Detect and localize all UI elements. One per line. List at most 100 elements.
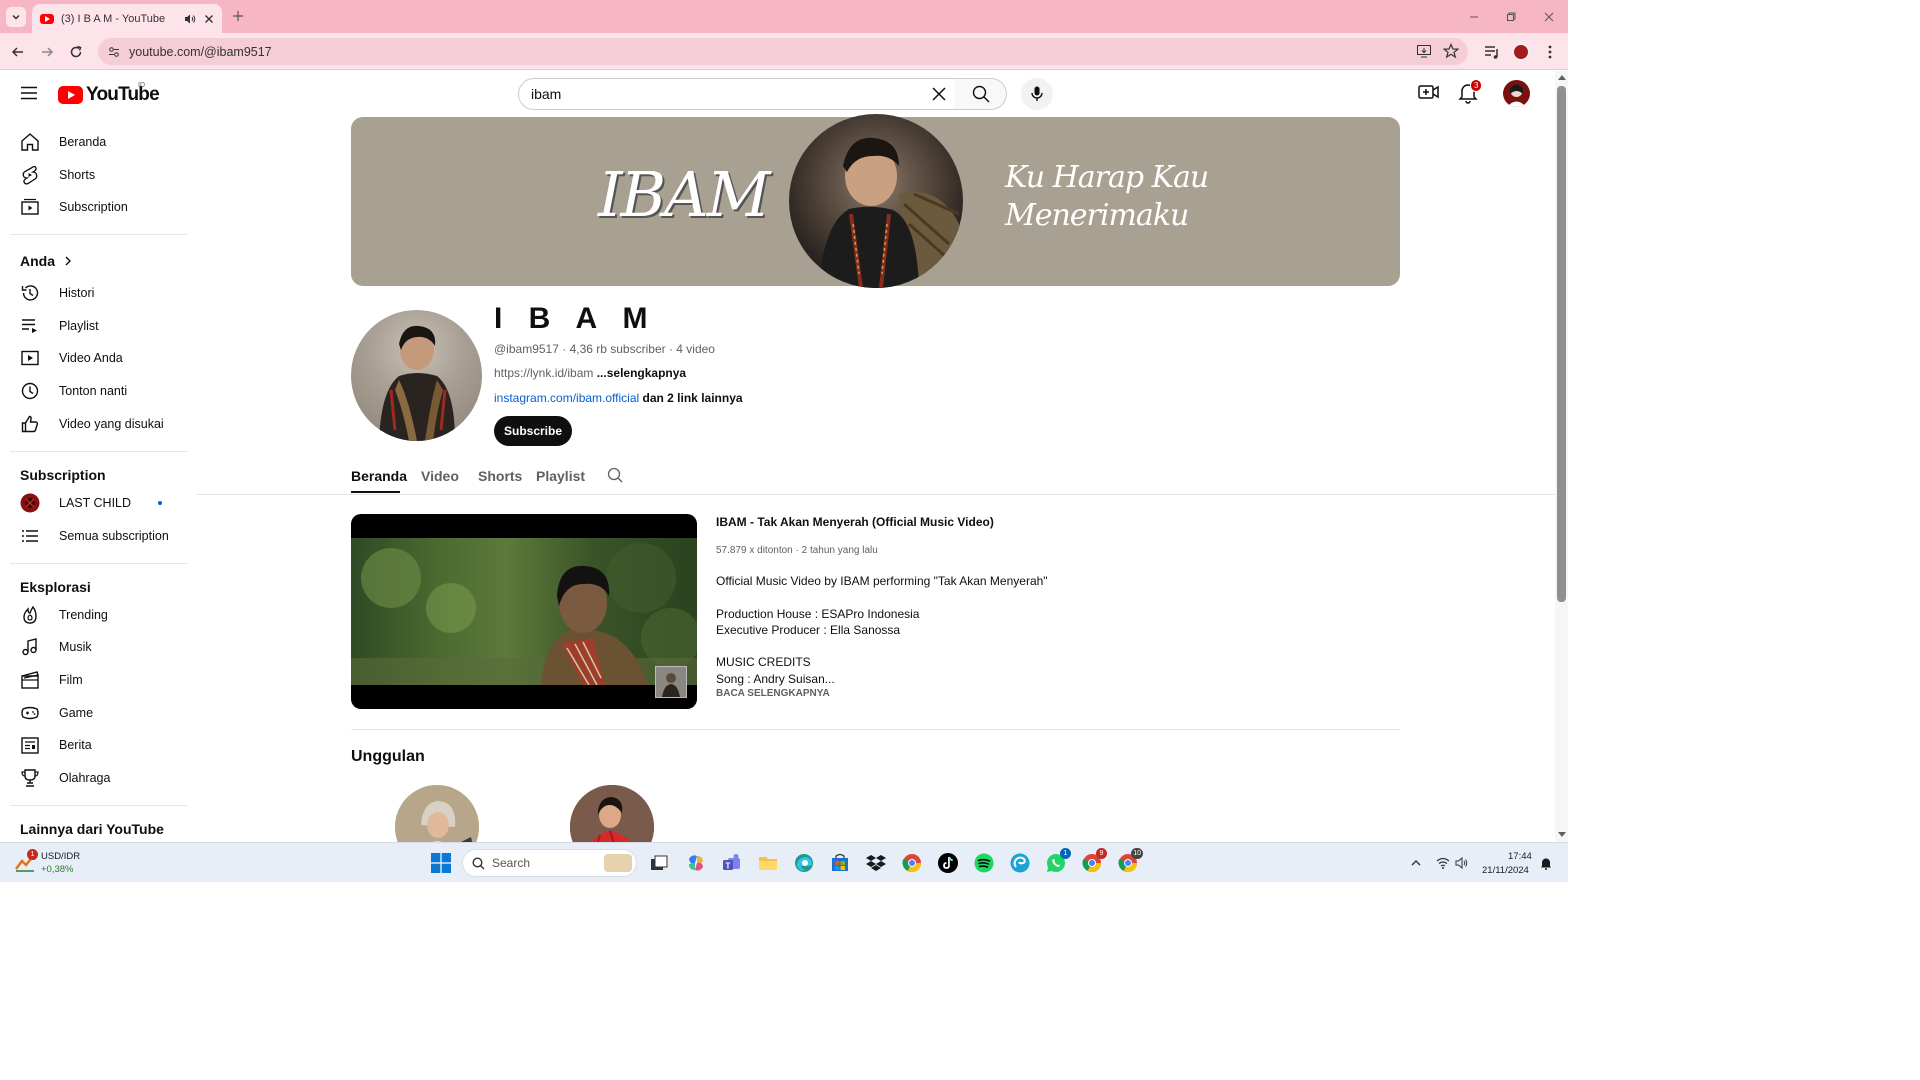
close-tab-icon[interactable] xyxy=(204,14,214,24)
new-content-dot xyxy=(158,501,162,505)
upload-age: 2 tahun yang lalu xyxy=(801,545,878,556)
restore-button[interactable] xyxy=(1503,9,1519,25)
clear-search-icon[interactable] xyxy=(931,86,947,102)
edge-dev-icon[interactable] xyxy=(1009,852,1031,874)
tab-beranda[interactable]: Beranda xyxy=(351,468,407,484)
explore-section-heading: Eksplorasi xyxy=(20,579,91,595)
scrollbar-thumb[interactable] xyxy=(1557,86,1566,602)
sidebar-item-olahraga[interactable]: Olahraga xyxy=(10,762,186,794)
file-manager-icon[interactable] xyxy=(648,852,670,874)
speaker-icon[interactable] xyxy=(184,13,196,25)
close-window-button[interactable] xyxy=(1541,9,1557,25)
sidebar-item-last-child[interactable]: LAST CHILD xyxy=(10,487,186,519)
reload-button[interactable] xyxy=(66,42,86,62)
tiktok-icon[interactable] xyxy=(937,852,959,874)
sidebar-item-berita[interactable]: Berita xyxy=(10,729,186,761)
sidebar-item-game[interactable]: Game xyxy=(10,697,186,729)
featured-video-title[interactable]: IBAM - Tak Akan Menyerah (Official Music… xyxy=(716,515,994,529)
taskbar-search-box[interactable]: Search xyxy=(462,849,637,877)
create-video-icon[interactable] xyxy=(1418,83,1440,101)
chrome-icon[interactable] xyxy=(901,852,923,874)
chrome-profile-2-icon[interactable]: 10 xyxy=(1117,848,1143,874)
dropbox-icon[interactable] xyxy=(865,852,887,874)
channel-description[interactable]: https://lynk.id/ibam ...selengkapnya xyxy=(494,366,686,380)
site-info-icon[interactable] xyxy=(108,46,120,58)
channel-avatar-photo-icon xyxy=(379,325,455,441)
forward-button[interactable] xyxy=(37,42,57,62)
subscribe-button[interactable]: Subscribe xyxy=(494,416,572,446)
browser-tab-bar: (3) I B A M - YouTube xyxy=(0,0,1568,33)
minimize-icon xyxy=(1470,16,1478,18)
notifications-button[interactable]: 3 xyxy=(1458,79,1483,104)
back-button[interactable] xyxy=(8,42,28,62)
sidebar-item-tonton-nanti[interactable]: Tonton nanti xyxy=(10,375,186,407)
chevron-up-icon[interactable] xyxy=(1410,858,1422,868)
clock-time[interactable]: 17:44 xyxy=(1508,851,1532,862)
media-controls-icon[interactable] xyxy=(1484,44,1500,60)
you-section-heading[interactable]: Anda xyxy=(20,253,72,269)
hamburger-menu-icon[interactable] xyxy=(20,85,38,101)
wifi-icon[interactable] xyxy=(1436,857,1450,869)
edge-icon[interactable] xyxy=(793,852,815,874)
channel-search-icon[interactable] xyxy=(607,467,623,483)
windows-start-icon[interactable] xyxy=(431,853,451,873)
sidebar-item-video-disukai[interactable]: Video yang disukai xyxy=(10,408,186,440)
install-app-icon[interactable] xyxy=(1416,43,1432,59)
featured-video-thumbnail[interactable] xyxy=(351,514,697,709)
store-icon[interactable] xyxy=(829,852,851,874)
search-box[interactable] xyxy=(518,78,956,110)
sidebar: Beranda Shorts Subscription Anda Histori… xyxy=(0,117,196,842)
whatsapp-icon[interactable]: 1 xyxy=(1045,848,1071,874)
volume-icon[interactable] xyxy=(1455,857,1469,869)
sidebar-item-trending[interactable]: Trending xyxy=(10,599,186,631)
instagram-link[interactable]: instagram.com/ibam.official xyxy=(494,391,639,405)
read-more-button[interactable]: BACA SELENGKAPNYA xyxy=(716,688,830,699)
scroll-down-icon[interactable] xyxy=(1558,832,1566,837)
new-tab-button[interactable] xyxy=(230,8,246,24)
voice-search-button[interactable] xyxy=(1021,78,1053,110)
sidebar-item-beranda[interactable]: Beranda xyxy=(10,126,186,158)
search-input[interactable] xyxy=(531,86,931,102)
search-button[interactable] xyxy=(955,78,1007,110)
tab-shorts[interactable]: Shorts xyxy=(478,468,522,484)
sidebar-item-shorts[interactable]: Shorts xyxy=(10,159,186,191)
tab-playlist[interactable]: Playlist xyxy=(536,468,585,484)
teams-icon[interactable]: T xyxy=(721,852,743,874)
address-bar[interactable]: youtube.com/@ibam9517 xyxy=(98,38,1468,65)
channel-avatar[interactable] xyxy=(351,310,482,441)
notification-badge: 3 xyxy=(1470,79,1483,92)
sidebar-divider xyxy=(10,563,187,564)
scroll-up-icon[interactable] xyxy=(1558,75,1566,80)
channel-links: instagram.com/ibam.official dan 2 link l… xyxy=(494,391,743,405)
shorts-icon xyxy=(20,165,40,185)
profile-avatar[interactable] xyxy=(1512,43,1530,61)
clock-date[interactable]: 21/11/2024 xyxy=(1482,865,1529,876)
sidebar-item-playlist[interactable]: Playlist xyxy=(10,310,186,342)
plus-icon xyxy=(233,11,243,21)
restore-icon xyxy=(1507,12,1516,21)
sidebar-item-histori[interactable]: Histori xyxy=(10,277,186,309)
sidebar-item-semua-subscription[interactable]: Semua subscription xyxy=(10,520,186,552)
more-vertical-icon[interactable] xyxy=(1543,44,1557,60)
tab-search-button[interactable] xyxy=(6,7,26,27)
folder-icon[interactable] xyxy=(757,852,779,874)
notification-center-icon[interactable] xyxy=(1540,857,1552,870)
bookmark-star-icon[interactable] xyxy=(1443,43,1459,59)
description-more-link[interactable]: ...selengkapnya xyxy=(597,366,686,380)
tab-video[interactable]: Video xyxy=(421,468,459,484)
account-avatar[interactable] xyxy=(1503,80,1530,107)
chrome-profile-icon[interactable]: 9 xyxy=(1081,848,1107,874)
sidebar-item-subscription[interactable]: Subscription xyxy=(10,191,186,223)
minimize-button[interactable] xyxy=(1466,9,1482,25)
sidebar-item-musik[interactable]: Musik xyxy=(10,631,186,663)
sidebar-item-label: Shorts xyxy=(59,168,96,182)
banner-tagline-line-1: Ku Harap Kau xyxy=(1005,160,1209,195)
sidebar-item-video-anda[interactable]: Video Anda xyxy=(10,342,186,374)
reload-icon xyxy=(70,45,82,58)
copilot-icon[interactable] xyxy=(685,852,707,874)
sidebar-item-film[interactable]: Film xyxy=(10,664,186,696)
browser-tab-youtube[interactable]: (3) I B A M - YouTube xyxy=(32,4,222,33)
ticker-name[interactable]: USD/IDR xyxy=(41,851,80,862)
spotify-icon[interactable] xyxy=(973,852,995,874)
more-links-button[interactable]: dan 2 link lainnya xyxy=(639,391,743,405)
